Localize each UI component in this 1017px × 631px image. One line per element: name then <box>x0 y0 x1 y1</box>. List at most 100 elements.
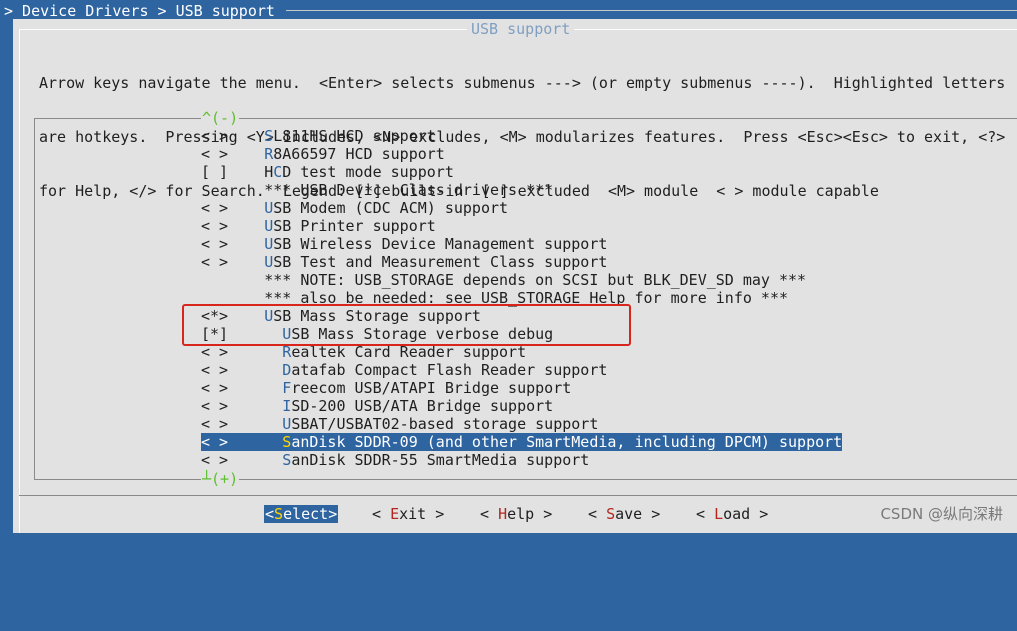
option-indent <box>264 433 282 451</box>
menu-item-content: < > USBAT/USBAT02-based storage support <box>201 415 598 433</box>
menu-item-content: < > USB Test and Measurement Class suppo… <box>201 253 607 271</box>
option-state-indicator: < > <box>201 433 229 451</box>
exit-close: > <box>426 505 445 523</box>
option-hotkey: S <box>264 127 274 145</box>
option-label: *** NOTE: USB_STORAGE depends on SCSI bu… <box>264 271 807 289</box>
help-button[interactable]: < Help > <box>480 505 552 523</box>
option-hotkey: C <box>273 163 283 181</box>
option-state-indicator: [ ] <box>201 163 229 181</box>
menu-item[interactable]: < > Freecom USB/ATAPI Bridge support <box>201 379 842 397</box>
select-open: < <box>265 505 275 523</box>
option-hotkey: R <box>264 145 274 163</box>
scroll-down-indicator[interactable]: ┴(+) <box>201 470 240 488</box>
option-hotkey: U <box>264 217 274 235</box>
option-indent <box>264 379 282 397</box>
option-label: SB Wireless Device Management support <box>273 235 608 253</box>
option-hotkey: U <box>264 253 274 271</box>
menu-item[interactable]: *** NOTE: USB_STORAGE depends on SCSI bu… <box>201 271 842 289</box>
menu-item[interactable]: < > ISD-200 USB/ATA Bridge support <box>201 397 842 415</box>
save-label: ave <box>615 505 643 523</box>
option-indent <box>264 361 282 379</box>
save-close: > <box>642 505 661 523</box>
load-close: > <box>750 505 769 523</box>
menu-item[interactable]: [ ] HCD test mode support <box>201 163 842 181</box>
menu-item-content: < > USB Wireless Device Management suppo… <box>201 235 607 253</box>
option-label: 8A66597 HCD support <box>273 145 445 163</box>
menu-item[interactable]: *** USB Device Class drivers *** <box>201 181 842 199</box>
option-indent <box>264 451 282 469</box>
help-label: elp <box>507 505 535 523</box>
menu-item[interactable]: < > Datafab Compact Flash Reader support <box>201 361 842 379</box>
menu-item[interactable]: < > USB Printer support <box>201 217 842 235</box>
option-indent <box>264 415 282 433</box>
menu-item[interactable]: < > USB Test and Measurement Class suppo… <box>201 253 842 271</box>
save-hotkey: S <box>606 505 616 523</box>
option-hotkey: I <box>282 397 292 415</box>
menu-item[interactable]: < > SanDisk SDDR-09 (and other SmartMedi… <box>201 433 843 451</box>
option-hotkey: S <box>282 433 292 451</box>
menu-item-content: *** USB Device Class drivers *** <box>201 181 553 199</box>
menu-item[interactable]: < > SL811HS HCD support <box>201 127 842 145</box>
menu-item-content: < > R8A66597 HCD support <box>201 145 445 163</box>
exit-hotkey: E <box>390 505 400 523</box>
breadcrumb: > Device Drivers > USB support <box>4 2 275 20</box>
option-label: anDisk SDDR-09 (and other SmartMedia, in… <box>291 433 843 451</box>
option-state-indicator: < > <box>201 253 229 271</box>
menu-list: < > SL811HS HCD support < > R8A66597 HCD … <box>201 127 843 469</box>
option-state-indicator: < > <box>201 235 229 253</box>
option-label-prefix: H <box>264 163 274 181</box>
option-state-indicator: < > <box>201 451 229 469</box>
option-hotkey: U <box>264 199 274 217</box>
menu-item-content: < > USB Printer support <box>201 217 436 235</box>
menuconfig-dialog: USB support Arrow keys navigate the menu… <box>13 19 1017 533</box>
option-label: atafab Compact Flash Reader support <box>291 361 608 379</box>
option-state-indicator <box>201 181 228 199</box>
option-label: SD-200 USB/ATA Bridge support <box>291 397 554 415</box>
save-button[interactable]: < Save > <box>588 505 660 523</box>
option-label: SBAT/USBAT02-based storage support <box>291 415 599 433</box>
exit-label: xit <box>399 505 427 523</box>
menu-item[interactable]: < > R8A66597 HCD support <box>201 145 842 163</box>
help-close: > <box>534 505 553 523</box>
option-label: SB Modem (CDC ACM) support <box>273 199 509 217</box>
menu-item[interactable]: < > USBAT/USBAT02-based storage support <box>201 415 842 433</box>
option-label: *** USB Device Class drivers *** <box>264 181 554 199</box>
option-label: reecom USB/ATAPI Bridge support <box>291 379 572 397</box>
option-label: L811HS HCD support <box>273 127 436 145</box>
load-hotkey: L <box>714 505 724 523</box>
exit-open: < <box>372 505 391 523</box>
option-hotkey: F <box>282 379 292 397</box>
menu-item[interactable]: < > SanDisk SDDR-55 SmartMedia support <box>201 451 842 469</box>
menu-item-selected-highlight: < > SanDisk SDDR-09 (and other SmartMedi… <box>201 433 843 451</box>
annotation-highlight-box <box>182 304 631 346</box>
load-open: < <box>696 505 715 523</box>
exit-button[interactable]: < Exit > <box>372 505 444 523</box>
option-state-indicator <box>201 271 228 289</box>
dialog-frame-left <box>19 29 20 533</box>
dialog-title: USB support <box>467 20 575 38</box>
select-button[interactable]: <Select> <box>264 505 339 523</box>
load-button[interactable]: < Load > <box>696 505 768 523</box>
select-close: > <box>328 505 338 523</box>
select-label: elect <box>283 505 329 523</box>
menu-item[interactable]: < > USB Modem (CDC ACM) support <box>201 199 842 217</box>
button-bar: <Select> < Exit > < Help > < Save > < Lo… <box>13 505 1017 525</box>
menu-item[interactable]: < > USB Wireless Device Management suppo… <box>201 235 842 253</box>
option-hotkey: U <box>264 235 274 253</box>
option-state-indicator: < > <box>201 199 229 217</box>
option-label: SB Printer support <box>273 217 436 235</box>
option-label: SB Test and Measurement Class support <box>273 253 608 271</box>
scroll-up-indicator[interactable]: ^(-) <box>201 109 240 127</box>
option-hotkey: S <box>282 451 292 469</box>
option-label: anDisk SDDR-55 SmartMedia support <box>291 451 590 469</box>
option-hotkey: D <box>282 361 292 379</box>
